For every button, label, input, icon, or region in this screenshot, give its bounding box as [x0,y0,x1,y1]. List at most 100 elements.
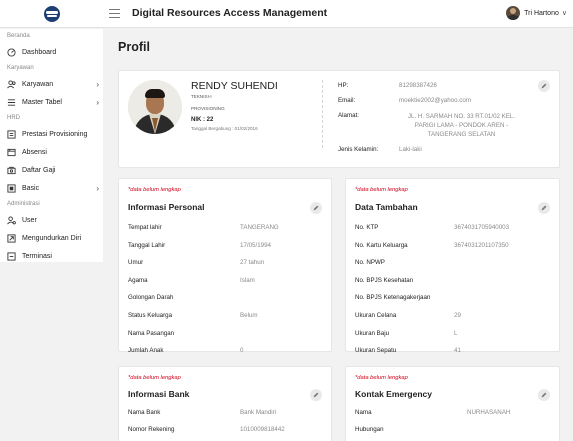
info-row-label: Tanggal Lahir [128,241,166,249]
app-title: Digital Resources Access Management [132,7,328,19]
info-row-value: Islam [240,276,255,284]
salary-icon [7,166,16,175]
sidebar-section-karyawan: Karyawan [7,65,34,71]
edit-personal-button[interactable] [310,202,322,214]
sidebar-item-karyawan[interactable]: Karyawan › [0,75,103,93]
personal-info-title: Informasi Personal [128,202,205,212]
sidebar-item-label: Daftar Gaji [22,166,56,174]
chevron-down-icon: ∨ [561,10,567,17]
info-row-value: 3674031201107350 [454,241,509,249]
info-row-label: No. BPJS Ketenagakerjaan [355,294,431,302]
user-menu[interactable]: Tri Hartono ∨ [506,6,567,20]
sidebar-item-dashboard[interactable]: Dashboard [0,43,103,61]
chevron-right-icon: › [96,97,99,107]
user-name: Tri Hartono [524,9,559,17]
pencil-icon [313,205,319,211]
profile-nik: NIK : 22 [191,117,214,123]
info-row-label: Ukuran Baju [355,329,390,337]
sidebar-item-terminasi[interactable]: Terminasi [0,247,103,262]
info-row-label: Nomor Rekening [128,426,175,433]
info-row-value: 27 tahun [240,259,265,267]
info-row-label: Nama Pasangan [128,329,175,337]
info-row-value: NURHASANAH [467,409,511,416]
top-bar: Digital Resources Access Management Tri … [0,0,573,28]
sidebar-item-label: Basic [22,184,40,192]
absence-icon [7,148,16,157]
sidebar-item-label: Prestasi Provisioning [22,130,88,138]
sidebar-section-beranda: Beranda [7,33,30,39]
sidebar-item-master-tabel[interactable]: Master Tabel › [0,93,103,111]
edit-profile-button[interactable] [538,80,550,92]
sidebar-item-prestasi-provisioning[interactable]: Prestasi Provisioning [0,125,103,143]
info-row-label: No. NPWP [355,259,385,267]
info-row-label: Status Keluarga [128,312,173,319]
resign-icon [7,233,16,243]
info-row-value: 41 [454,347,461,355]
sidebar-section-administrasi: Administrasi [7,201,40,207]
dashboard-icon [7,47,16,57]
sidebar-item-label: Absensi [22,148,47,156]
info-row-label: Ukuran Celana [355,312,397,319]
info-row-label: No. KTP [355,224,379,231]
info-row-value: 0 [240,347,244,355]
sidebar: Beranda Dashboard Karyawan Karyawan › Ma… [0,29,103,262]
sidebar-item-user[interactable]: User [0,211,103,229]
info-row-label: No. Kartu Keluarga [355,241,408,249]
bank-info-title: Informasi Bank [128,389,190,399]
edit-emergency-button[interactable] [538,389,550,401]
info-row-value: Bank Mandiri [240,409,277,416]
pencil-icon [313,392,319,398]
info-row-value: L [454,329,458,337]
info-row-label: Nama Bank [128,409,161,416]
sidebar-item-label: Terminasi [22,252,52,260]
edit-additional-button[interactable] [538,202,550,214]
sidebar-section-hrd: HRD [7,115,20,121]
app-logo[interactable] [44,6,60,22]
info-row-label: Agama [128,276,148,284]
chevron-right-icon: › [96,79,99,89]
chevron-right-icon: › [96,183,99,193]
info-row-label: Nama [355,409,372,416]
table-icon [7,98,16,107]
info-row-label: Hubungan [355,426,384,433]
profile-photo [128,80,182,134]
document-icon [7,129,16,139]
avatar [506,6,521,20]
info-row-value: 1010009818442 [240,426,285,433]
user-gear-icon [7,215,16,225]
pencil-icon [541,83,547,89]
info-row-label: Umur [128,259,144,267]
sidebar-item-label: User [22,216,37,224]
profile-joined-date: Tanggal Bergabung : 01/02/2016 [191,126,258,131]
terminate-icon [7,251,16,261]
sidebar-item-label: Karyawan [22,80,54,88]
incomplete-note: *data belum lengkap [355,375,408,381]
incomplete-note: *data belum lengkap [355,187,408,193]
sidebar-item-label: Master Tabel [22,98,62,106]
info-row-value: 29 [454,312,461,319]
info-row-label: Golongan Darah [128,294,174,302]
pencil-icon [541,392,547,398]
pencil-icon [541,205,547,211]
info-row-label: Ukuran Sepatu [355,347,397,355]
info-row-label: Tempat lahir [128,224,162,231]
info-row-value: Belum [240,312,258,319]
sidebar-item-basic[interactable]: Basic › [0,179,103,197]
edit-bank-button[interactable] [310,389,322,401]
sidebar-item-mengundurkan-diri[interactable]: Mengundurkan Diri [0,229,103,247]
people-icon [7,79,16,89]
additional-data-title: Data Tambahan [355,202,418,212]
sidebar-item-label: Dashboard [22,48,57,56]
info-row-value: 17/05/1994 [240,241,271,249]
info-row-value: 3674031705940003 [454,224,510,231]
incomplete-note: *data belum lengkap [128,375,181,381]
menu-toggle-icon[interactable] [109,9,120,19]
sidebar-item-daftar-gaji[interactable]: Daftar Gaji [0,161,103,179]
sidebar-item-label: Mengundurkan Diri [22,234,82,242]
emergency-contact-title: Kontak Emergency [355,389,432,399]
incomplete-note: *data belum lengkap [128,187,181,193]
info-row-value: TANGERANG [240,224,279,231]
sidebar-item-absensi[interactable]: Absensi [0,143,103,161]
info-row-label: No. BPJS Kesehatan [355,276,414,284]
profile-department: PROVISIONING [191,106,225,111]
